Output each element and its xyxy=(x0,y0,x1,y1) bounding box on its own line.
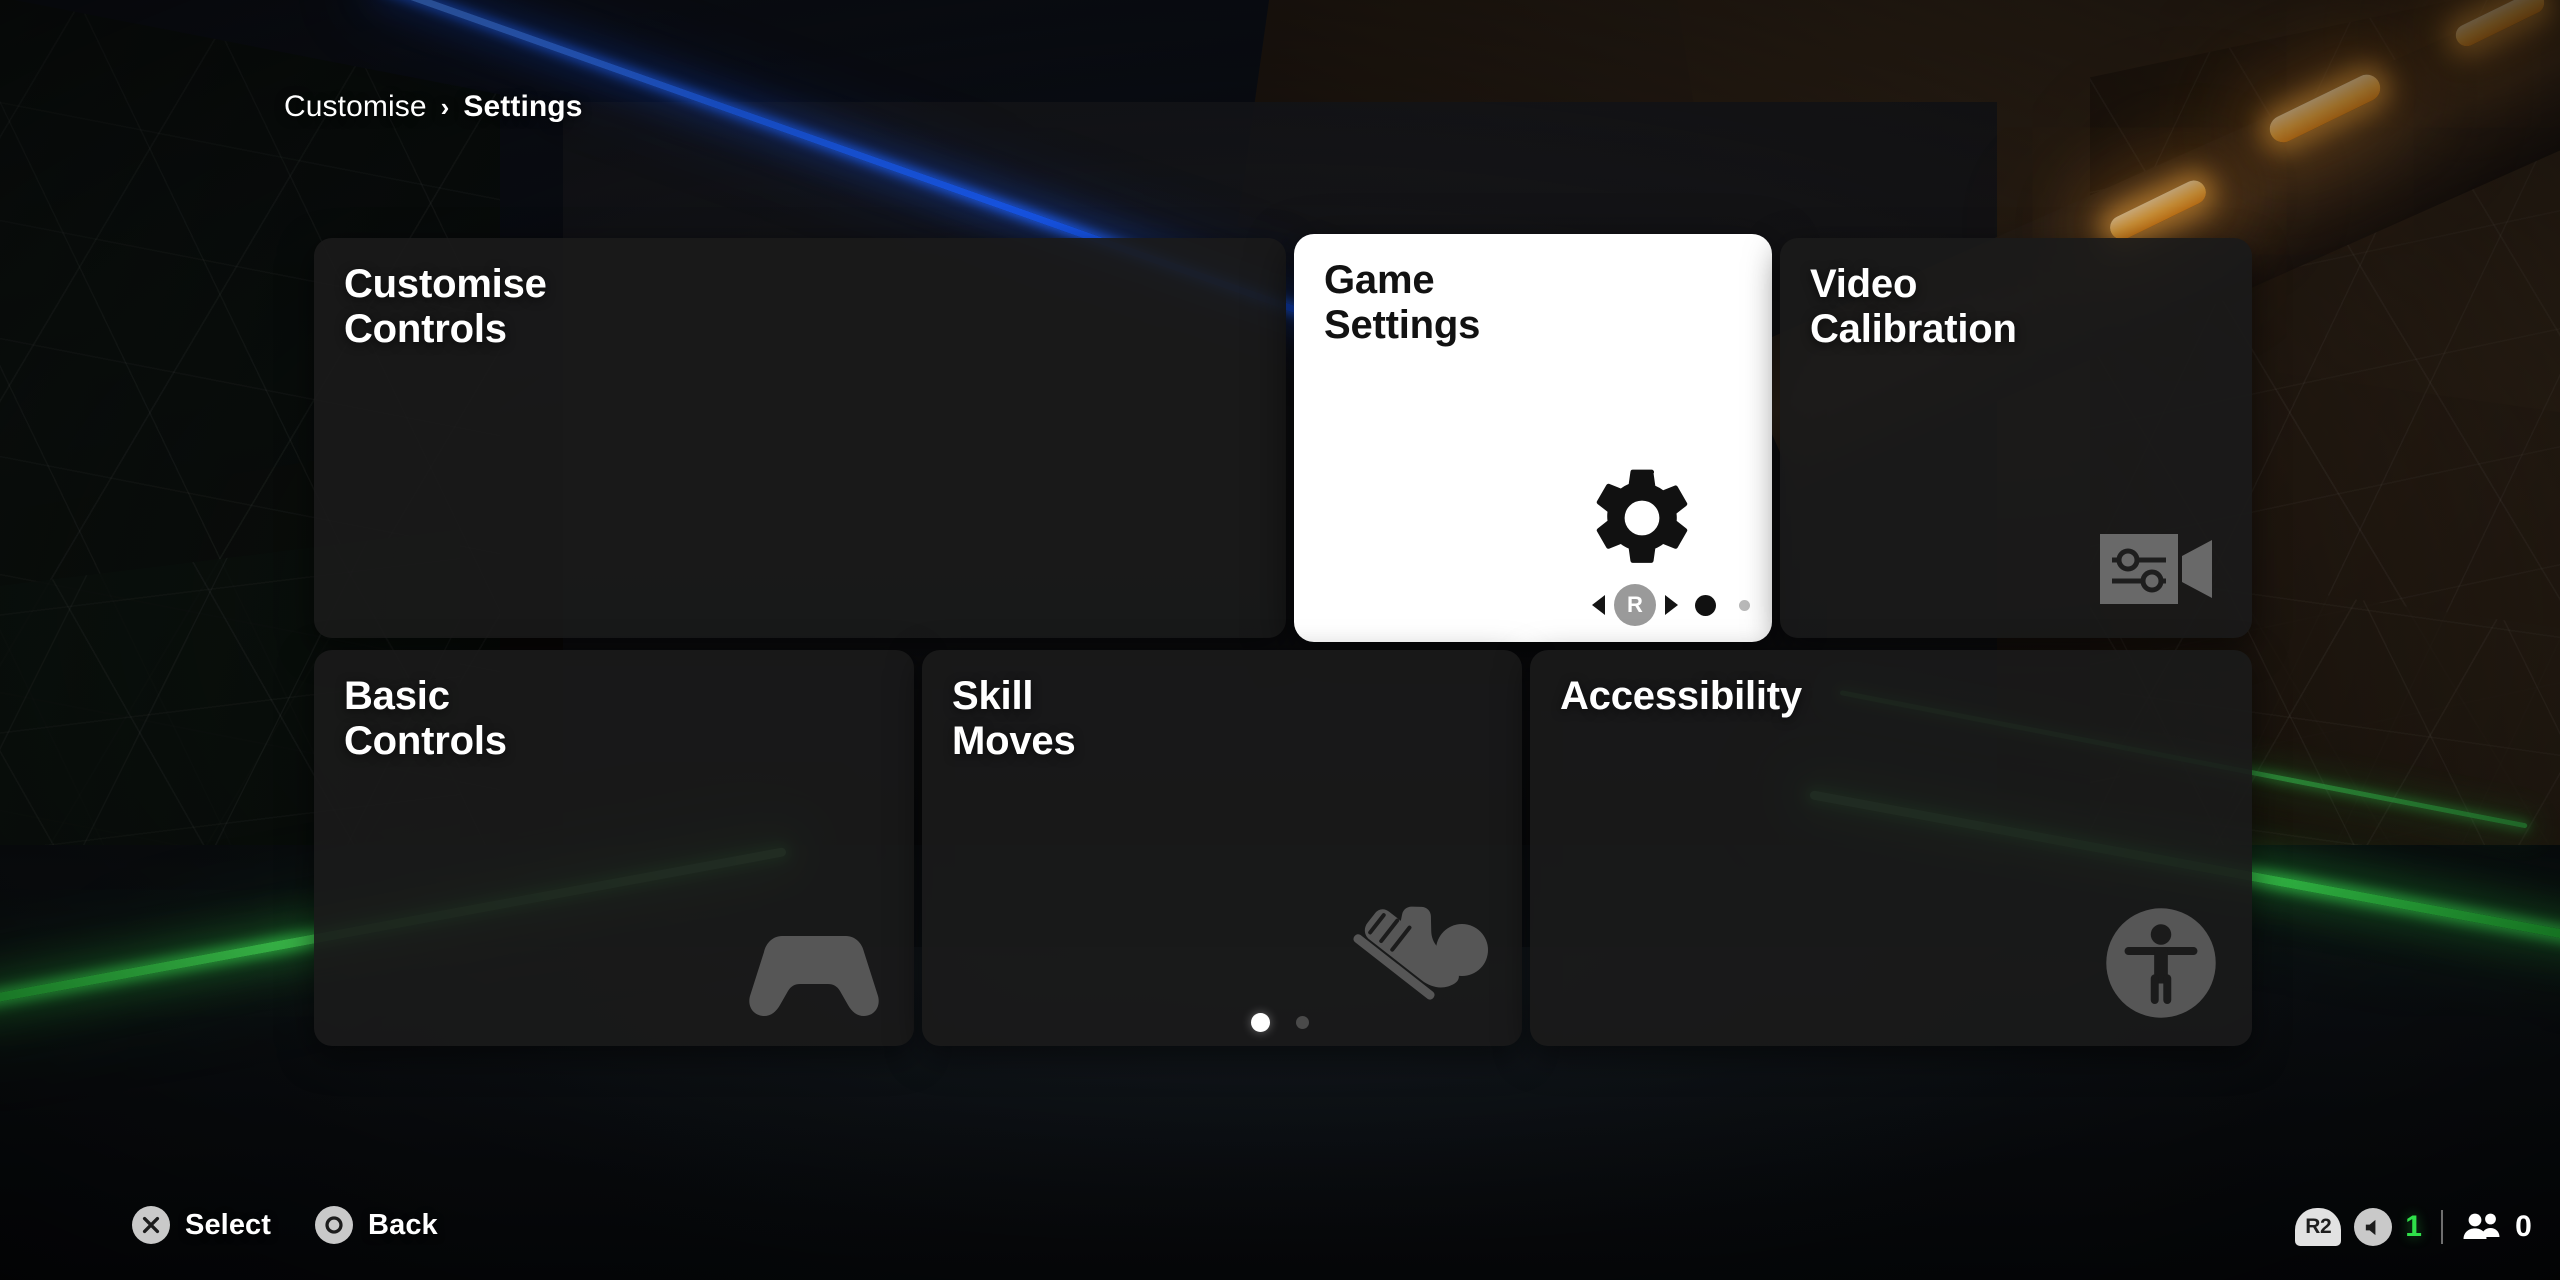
action-label-select: Select xyxy=(185,1208,272,1241)
card-page-dot-active[interactable] xyxy=(1695,594,1716,616)
status-hud: R2 1 0 xyxy=(2295,1208,2532,1246)
chevron-left-icon[interactable] xyxy=(1592,595,1605,615)
card-title: Game Settings xyxy=(1324,258,1481,347)
card-page-dot-idle[interactable] xyxy=(1739,599,1750,611)
chevron-right-icon: › xyxy=(440,92,450,122)
action-select[interactable]: Select xyxy=(132,1206,271,1244)
card-title: Video Calibration xyxy=(1810,262,2017,351)
accessibility-icon xyxy=(2104,906,2218,1020)
page-indicator-dots[interactable] xyxy=(0,1013,2560,1032)
boot-and-ball-icon xyxy=(1346,904,1488,1020)
card-accessibility[interactable]: Accessibility xyxy=(1530,650,2252,1046)
r2-shoulder-button-icon[interactable]: R2 xyxy=(2295,1208,2342,1246)
action-label-back: Back xyxy=(368,1208,438,1241)
action-bar: Select Back xyxy=(132,1206,438,1244)
card-customise-controls[interactable]: Customise Controls xyxy=(314,238,1286,638)
circle-button-icon[interactable] xyxy=(315,1206,354,1244)
page-dot-active[interactable] xyxy=(1251,1013,1270,1032)
settings-menu-screen: Customise › Settings Customise Controls … xyxy=(0,0,2560,1280)
breadcrumb: Customise › Settings xyxy=(284,90,583,124)
party-members-icon xyxy=(2462,1212,2502,1242)
card-row-2: Basic Controls Skill Moves Accessibility xyxy=(314,650,2252,1046)
card-basic-controls[interactable]: Basic Controls xyxy=(314,650,914,1046)
gamepad-icon xyxy=(748,928,880,1020)
card-title: Customise Controls xyxy=(344,262,547,351)
card-row-1: Customise Controls Game Settings R Video… xyxy=(314,234,2252,642)
video-calibration-icon xyxy=(2098,526,2218,612)
settings-card-grid: Customise Controls Game Settings R Video… xyxy=(314,234,2252,1046)
card-page-indicator[interactable]: R xyxy=(1592,584,1750,626)
breadcrumb-item-settings[interactable]: Settings xyxy=(463,90,582,124)
card-game-settings[interactable]: Game Settings R xyxy=(1294,234,1772,642)
hud-divider xyxy=(2441,1210,2444,1244)
card-title: Accessibility xyxy=(1560,674,1802,718)
chevron-right-icon[interactable] xyxy=(1665,595,1678,615)
card-title: Basic Controls xyxy=(344,674,507,763)
volume-icon[interactable] xyxy=(2354,1208,2393,1246)
party-count: 0 xyxy=(2515,1210,2532,1243)
gear-icon xyxy=(1584,460,1700,576)
breadcrumb-item-customise[interactable]: Customise xyxy=(284,90,427,124)
card-video-calibration[interactable]: Video Calibration xyxy=(1780,238,2252,638)
card-skill-moves[interactable]: Skill Moves xyxy=(922,650,1522,1046)
page-dot-idle[interactable] xyxy=(1296,1016,1309,1029)
cross-button-icon[interactable] xyxy=(132,1206,170,1244)
card-title: Skill Moves xyxy=(952,674,1076,763)
volume-count: 1 xyxy=(2405,1210,2423,1243)
action-back[interactable]: Back xyxy=(315,1206,438,1244)
r-button-icon[interactable]: R xyxy=(1614,584,1656,626)
